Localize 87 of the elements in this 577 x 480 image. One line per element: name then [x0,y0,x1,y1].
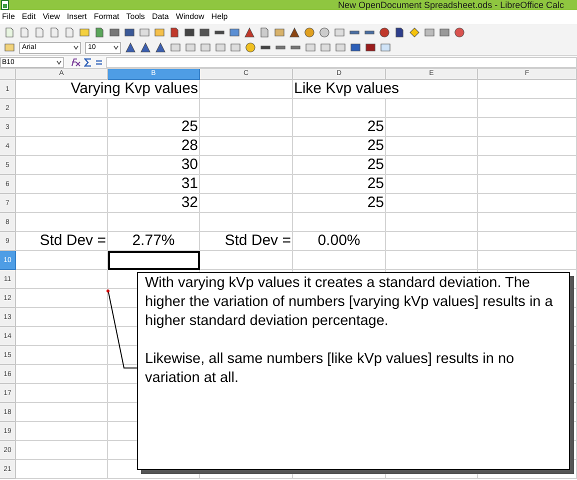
grid-cell[interactable] [386,118,478,137]
grid-cell[interactable] [293,213,386,232]
grid-cell[interactable]: 25 [293,118,386,137]
formula-input-field[interactable] [106,56,577,68]
grid-cell[interactable] [108,99,200,118]
grid-cell[interactable] [200,251,293,270]
menu-item[interactable]: Format [94,12,120,22]
equals-icon[interactable] [95,58,103,66]
menu-item[interactable]: Help [211,12,228,22]
comment-text: With varying kVp values it creates a standard deviation. The higher the variation of numbers [varying kVp values] results in a higher standard deviation percentage. [145,274,554,331]
grid-cell[interactable] [16,175,108,194]
grid-cell[interactable] [200,175,293,194]
grid-cell[interactable] [16,289,108,308]
grid-cell[interactable] [293,99,386,118]
grid-cell[interactable] [478,80,577,99]
grid-cell[interactable] [200,137,293,156]
grid-cell[interactable] [16,118,108,137]
grid-cell[interactable]: Varying Kvp values [16,80,200,99]
menu-item[interactable]: File [2,12,15,22]
grid-cell[interactable] [200,118,293,137]
grid-cell[interactable] [478,156,577,175]
grid-cell[interactable] [478,137,577,156]
menu-item[interactable]: View [42,12,60,22]
grid-cell[interactable] [16,251,108,270]
grid-cell[interactable] [108,213,200,232]
grid-cell[interactable]: 25 [293,175,386,194]
grid-cell[interactable] [200,156,293,175]
grid-cell[interactable] [386,194,478,213]
grid-cell[interactable]: Std Dev = [200,232,293,251]
grid-cell[interactable] [200,194,293,213]
grid-cell[interactable] [478,232,577,251]
grid-cell[interactable] [478,175,577,194]
comment-text: Likewise, all same numbers [like kVp values] results in no variation at all. [145,350,516,388]
sum-icon[interactable] [84,58,92,66]
grid-cell[interactable] [386,175,478,194]
select-all-corner[interactable] [0,69,16,80]
grid-cell[interactable] [386,99,478,118]
grid-cell[interactable] [478,213,577,232]
grid-cell[interactable] [386,213,478,232]
grid-cell[interactable] [200,99,293,118]
grid-cell[interactable] [386,251,478,270]
grid-cell[interactable]: Std Dev = [16,232,108,251]
grid-cell[interactable] [16,346,108,365]
grid-cell[interactable] [200,213,293,232]
grid-cell[interactable]: 25 [293,156,386,175]
function-wizard-icon[interactable] [70,58,81,66]
grid-cell[interactable] [478,251,577,270]
menu-item[interactable]: Tools [126,12,145,22]
grid-cell[interactable] [386,156,478,175]
grid-cell[interactable] [16,441,108,460]
grid-cell[interactable]: 2.77% [108,232,200,251]
grid-cell[interactable] [16,308,108,327]
grid-cell[interactable]: 32 [108,194,200,213]
grid-cell[interactable] [16,194,108,213]
grid-cell[interactable] [478,118,577,137]
grid-cell[interactable] [386,137,478,156]
menu-item[interactable]: Edit [22,12,36,22]
menu-item[interactable]: Data [152,12,169,22]
selected-cell[interactable] [108,251,200,270]
grid-cell[interactable] [16,137,108,156]
grid-cell[interactable]: 25 [108,118,200,137]
grid-cell[interactable]: 31 [108,175,200,194]
menu-item[interactable]: Window [176,12,204,22]
grid-cell[interactable] [16,213,108,232]
grid-cell[interactable]: 0.00% [293,232,386,251]
grid-cell[interactable]: 25 [293,194,386,213]
dropdown-caret-icon[interactable] [112,43,120,52]
grid-cell[interactable]: 25 [293,137,386,156]
grid-cell[interactable] [16,460,108,479]
window-title: New OpenDocument Spreadsheet.ods - LibreOffice Calc [338,0,564,10]
grid-cell[interactable] [16,422,108,441]
grid-cell[interactable] [16,156,108,175]
menu-item[interactable]: Insert [66,12,87,22]
grid-cell[interactable] [200,80,293,99]
grid-cell[interactable]: 28 [108,137,200,156]
grid-cell[interactable] [293,251,386,270]
grid-cell[interactable] [386,232,478,251]
grid-cell[interactable] [16,365,108,384]
grid-cell[interactable] [16,270,108,289]
grid-cell[interactable]: Like Kvp values [293,80,478,99]
grid-cell[interactable] [478,99,577,118]
grid-cell[interactable] [16,327,108,346]
grid-cell[interactable] [16,99,108,118]
grid-cell[interactable] [478,194,577,213]
grid-cell[interactable] [16,403,108,422]
grid-cell[interactable]: 30 [108,156,200,175]
grid-cell[interactable] [16,384,108,403]
